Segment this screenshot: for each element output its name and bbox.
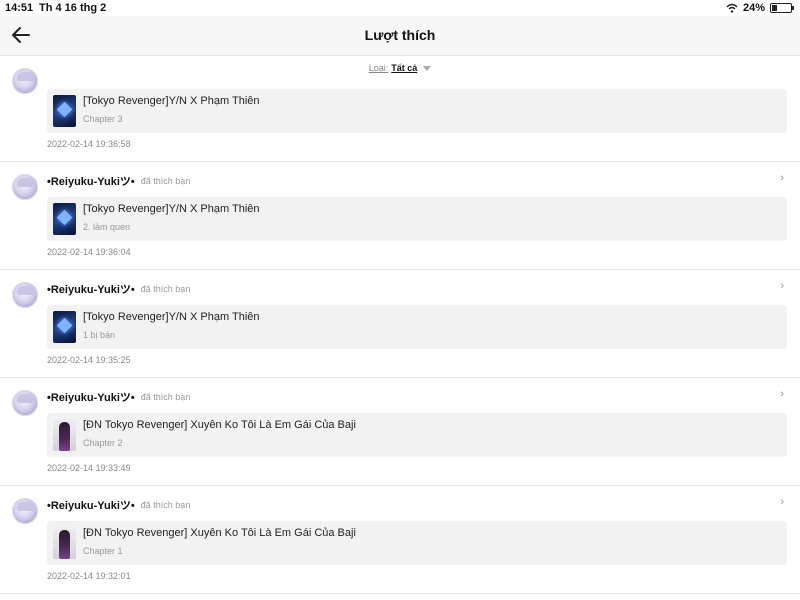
notification-header: •Reiyuku-Yukiツ• đã thích bạn [47,281,190,297]
navigation-bar: Lượt thích [0,16,800,56]
battery-icon [770,3,794,13]
filter-value: Tất cả [391,63,418,73]
story-title: [Tokyo Revenger]Y/N X Phạm Thiên [83,311,260,323]
page-title: Lượt thích [364,27,436,43]
story-cover-image [53,527,76,559]
status-time: 14:51 [5,2,34,14]
timestamp: 2022-02-14 19:32:01 [47,571,131,581]
status-right: 24% [726,2,794,14]
user-name[interactable]: •Reiyuku-Yukiツ• [47,281,135,297]
user-name[interactable]: •Reiyuku-Yukiツ• [47,173,135,189]
chapter-name: 1 bị bán [83,330,116,340]
avatar[interactable] [12,174,38,200]
chapter-name: Chapter 2 [83,438,123,448]
notification-list: [Tokyo Revenger]Y/N X Phạm Thiên Chapter… [0,0,800,600]
divider [0,377,800,378]
notification-header: •Reiyuku-Yukiツ• đã thích bạn [47,497,190,513]
chapter-name: 2. làm quen [83,222,131,232]
status-date: Th 4 16 thg 2 [39,2,107,14]
action-text: đã thích bạn [140,500,191,510]
filter-label: Loại: [368,63,389,73]
story-card[interactable]: [Tokyo Revenger]Y/N X Phạm Thiên 2. làm … [47,197,787,241]
filter-dropdown[interactable]: Loại: Tất cả [369,63,432,73]
filter-bar: Loại: Tất cả [0,57,800,81]
notification-header: •Reiyuku-Yukiツ• đã thích bạn [47,173,190,189]
chevron-right-icon[interactable]: › [780,388,784,400]
battery-percent: 24% [742,2,765,14]
avatar[interactable] [12,498,38,524]
chapter-name: Chapter 3 [83,114,123,124]
story-cover-image [53,311,76,343]
timestamp: 2022-02-14 19:33:49 [47,463,131,473]
story-card[interactable]: [Tokyo Revenger]Y/N X Phạm Thiên 1 bị bá… [47,305,787,349]
action-text: đã thích bạn [140,176,191,186]
divider [0,161,800,162]
notification-header: •Reiyuku-Yukiツ• đã thích bạn [47,389,190,405]
chapter-name: Chapter 1 [83,546,123,556]
story-card[interactable]: [ĐN Tokyo Revenger] Xuyên Ko Tôi Là Em G… [47,413,787,457]
divider [0,485,800,486]
timestamp: 2022-02-14 19:35:25 [47,355,131,365]
chevron-right-icon[interactable]: › [780,280,784,292]
story-cover-image [53,95,76,127]
action-text: đã thích bạn [140,284,191,294]
divider [0,593,800,594]
user-name[interactable]: •Reiyuku-Yukiツ• [47,497,135,513]
story-cover-image [53,419,76,451]
story-cover-image [53,203,76,235]
divider [0,269,800,270]
timestamp: 2022-02-14 19:36:04 [47,247,131,257]
chevron-right-icon[interactable]: › [780,172,784,184]
story-card[interactable]: [Tokyo Revenger]Y/N X Phạm Thiên Chapter… [47,89,787,133]
chevron-right-icon[interactable]: › [780,496,784,508]
story-title: [Tokyo Revenger]Y/N X Phạm Thiên [83,203,260,215]
story-card[interactable]: [ĐN Tokyo Revenger] Xuyên Ko Tôi Là Em G… [47,521,787,565]
avatar[interactable] [12,282,38,308]
action-text: đã thích bạn [140,392,191,402]
story-title: [Tokyo Revenger]Y/N X Phạm Thiên [83,95,260,107]
user-name[interactable]: •Reiyuku-Yukiツ• [47,389,135,405]
status-bar: 14:51 Th 4 16 thg 2 24% [0,0,800,16]
timestamp: 2022-02-14 19:36:58 [47,139,131,149]
dropdown-triangle-icon [423,65,432,71]
story-title: [ĐN Tokyo Revenger] Xuyên Ko Tôi Là Em G… [83,527,356,539]
avatar[interactable] [12,390,38,416]
story-title: [ĐN Tokyo Revenger] Xuyên Ko Tôi Là Em G… [83,419,356,431]
wifi-icon [726,3,738,13]
